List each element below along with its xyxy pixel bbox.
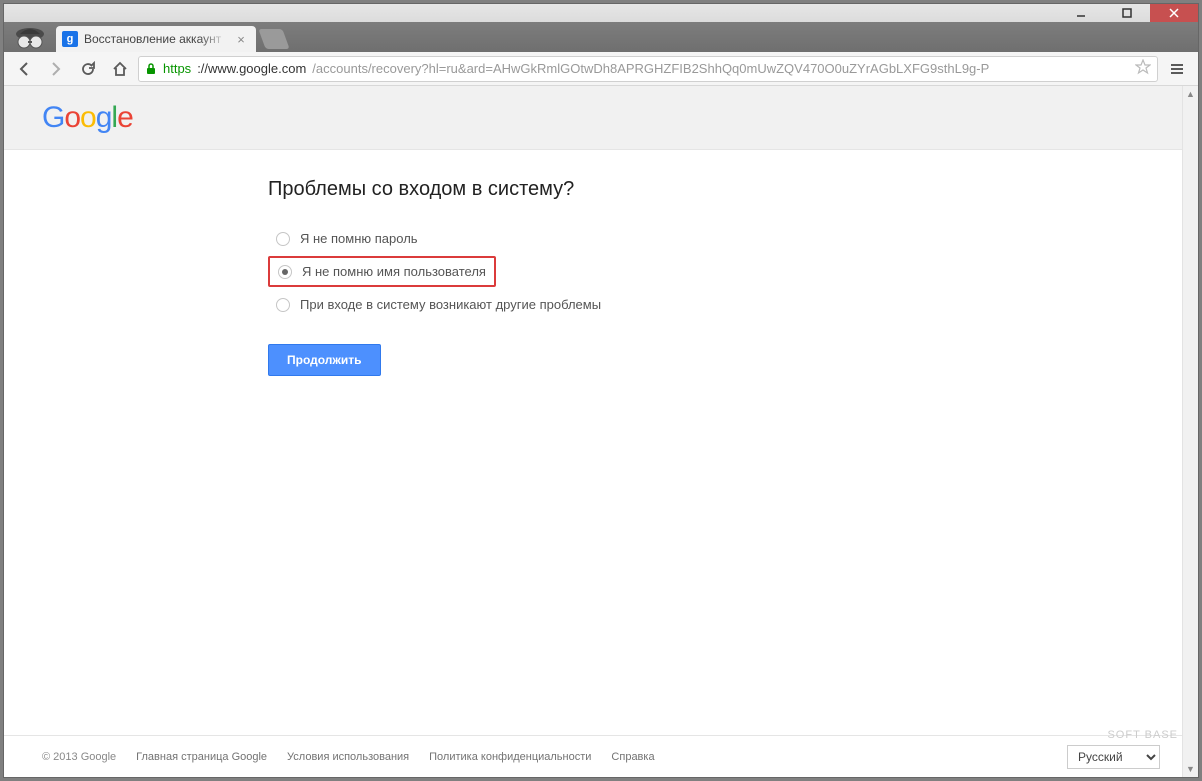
window-minimize-button[interactable] [1058,4,1104,22]
footer-link-help[interactable]: Справка [611,751,654,763]
radio-icon [276,232,290,246]
watermark: SOFT BASE [1107,729,1178,741]
vertical-scrollbar[interactable]: ▲ ▼ [1182,86,1198,777]
logo-letter: g [96,101,112,135]
radio-label: Я не помню имя пользователя [302,264,486,279]
main-content: Проблемы со входом в систему? Я не помню… [4,150,1198,735]
browser-window: g Восстановление аккаунт × https ://www.g… [4,4,1198,777]
url-path: /accounts/recovery?hl=ru&ard=AHwGkRmlGOt… [312,61,989,76]
footer-link-home[interactable]: Главная страница Google [136,751,267,763]
footer-link-terms[interactable]: Условия использования [287,751,409,763]
copyright: © 2013 Google [42,751,116,763]
logo-letter: G [42,101,64,135]
window-close-button[interactable] [1150,4,1198,22]
window-maximize-button[interactable] [1104,4,1150,22]
radio-forgot-username[interactable]: Я не помню имя пользователя [268,256,496,287]
scroll-up-icon[interactable]: ▲ [1183,86,1199,102]
bookmark-star-icon[interactable] [1135,59,1151,78]
page-heading: Проблемы со входом в систему? [268,178,1198,201]
radio-icon [276,298,290,312]
browser-toolbar: https ://www.google.com/accounts/recovery… [4,52,1198,86]
forward-button[interactable] [42,55,70,83]
radio-other-problems[interactable]: При входе в систему возникают другие про… [268,291,609,318]
home-button[interactable] [106,55,134,83]
back-button[interactable] [10,55,38,83]
tab-close-icon[interactable]: × [234,32,248,46]
tab-title: Восстановление аккаунт [84,32,228,46]
url-host: ://www.google.com [197,61,306,76]
scroll-down-icon[interactable]: ▼ [1183,761,1199,777]
logo-letter: o [64,101,80,135]
radio-icon [278,265,292,279]
footer-link-privacy[interactable]: Политика конфиденциальности [429,751,591,763]
page-header: G o o g l e [4,86,1198,150]
logo-letter: e [117,101,133,135]
address-bar[interactable]: https ://www.google.com/accounts/recovery… [138,56,1158,82]
logo-letter: o [80,101,96,135]
tab-favicon-icon: g [62,31,78,47]
page-footer: © 2013 Google Главная страница Google Ус… [4,735,1198,777]
radio-forgot-password[interactable]: Я не помню пароль [268,225,426,252]
google-logo: G o o g l e [42,101,133,135]
lock-icon [145,63,157,75]
language-select[interactable]: Русский [1067,745,1160,769]
radio-label: При входе в систему возникают другие про… [300,297,601,312]
incognito-icon [12,20,48,56]
url-scheme: https [163,61,191,76]
window-titlebar [4,4,1198,22]
new-tab-button[interactable] [258,29,289,49]
radio-label: Я не помню пароль [300,231,418,246]
browser-tab[interactable]: g Восстановление аккаунт × [56,26,256,52]
chrome-menu-button[interactable] [1162,55,1192,83]
page-viewport: G o o g l e Проблемы со входом в систему… [4,86,1198,777]
reload-button[interactable] [74,55,102,83]
tab-strip: g Восстановление аккаунт × [4,22,1198,52]
continue-button[interactable]: Продолжить [268,344,381,376]
